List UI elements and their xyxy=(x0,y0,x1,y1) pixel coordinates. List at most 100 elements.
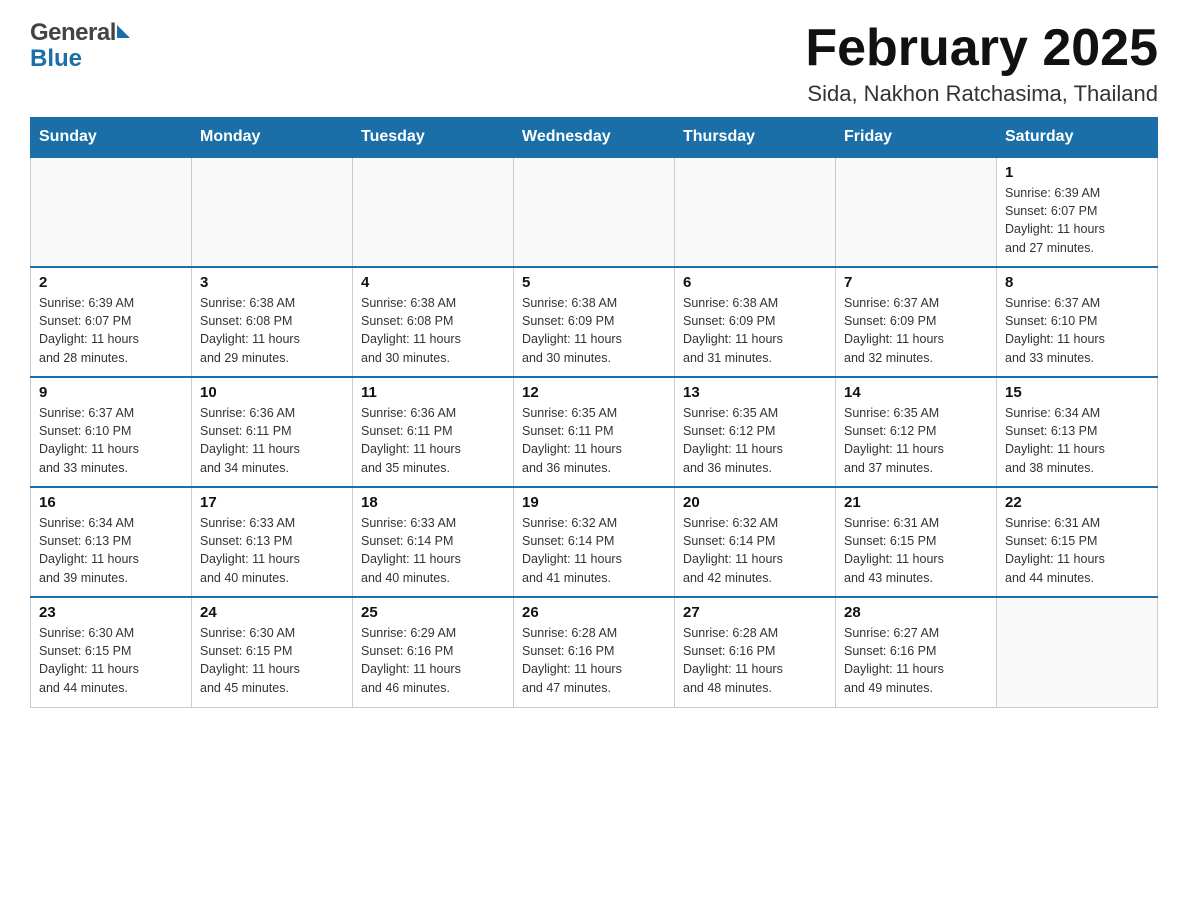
calendar-cell: 20Sunrise: 6:32 AMSunset: 6:14 PMDayligh… xyxy=(675,487,836,597)
sun-info: Sunrise: 6:35 AMSunset: 6:11 PMDaylight:… xyxy=(522,404,666,477)
calendar-cell xyxy=(31,157,192,267)
sun-info: Sunrise: 6:31 AMSunset: 6:15 PMDaylight:… xyxy=(1005,514,1149,587)
calendar-cell: 28 Sunrise: 6:27 AMSunset: 6:16 PMDayligh… xyxy=(836,597,997,707)
calendar-cell: 23 Sunrise: 6:30 AMSunset: 6:15 PMDayligh… xyxy=(31,597,192,707)
calendar-week-1: 1Sunrise: 6:39 AMSunset: 6:07 PMDaylight… xyxy=(31,157,1158,267)
day-number: 10 xyxy=(200,384,344,401)
calendar-cell: 21Sunrise: 6:31 AMSunset: 6:15 PMDayligh… xyxy=(836,487,997,597)
day-number: 7 xyxy=(844,274,988,291)
day-number: 5 xyxy=(522,274,666,291)
calendar-cell: 27Sunrise: 6:28 AMSunset: 6:16 PMDayligh… xyxy=(675,597,836,707)
day-header-saturday: Saturday xyxy=(997,118,1158,158)
calendar-cell xyxy=(514,157,675,267)
calendar-cell: 17 Sunrise: 6:33 AMSunset: 6:13 PMDayligh… xyxy=(192,487,353,597)
day-header-wednesday: Wednesday xyxy=(514,118,675,158)
sun-info: Sunrise: 6:30 AMSunset: 6:15 PMDaylight:… xyxy=(200,624,344,697)
calendar-cell: 11Sunrise: 6:36 AMSunset: 6:11 PMDayligh… xyxy=(353,377,514,487)
day-number: 12 xyxy=(522,384,666,401)
sun-info: Sunrise: 6:35 AMSunset: 6:12 PMDaylight:… xyxy=(683,404,827,477)
calendar-week-3: 9Sunrise: 6:37 AMSunset: 6:10 PMDaylight… xyxy=(31,377,1158,487)
sun-info: Sunrise: 6:39 AMSunset: 6:07 PMDaylight:… xyxy=(39,294,183,367)
calendar-week-5: 23 Sunrise: 6:30 AMSunset: 6:15 PMDayligh… xyxy=(31,597,1158,707)
calendar-cell: 13 Sunrise: 6:35 AMSunset: 6:12 PMDayligh… xyxy=(675,377,836,487)
sun-info: Sunrise: 6:30 AMSunset: 6:15 PMDaylight:… xyxy=(39,624,183,697)
calendar-cell: 22 Sunrise: 6:31 AMSunset: 6:15 PMDayligh… xyxy=(997,487,1158,597)
day-header-friday: Friday xyxy=(836,118,997,158)
sun-info: Sunrise: 6:27 AMSunset: 6:16 PMDaylight:… xyxy=(844,624,988,697)
sun-info: Sunrise: 6:33 AMSunset: 6:13 PMDaylight:… xyxy=(200,514,344,587)
calendar-cell: 6Sunrise: 6:38 AMSunset: 6:09 PMDaylight… xyxy=(675,267,836,377)
sun-info: Sunrise: 6:37 AMSunset: 6:10 PMDaylight:… xyxy=(39,404,183,477)
sun-info: Sunrise: 6:38 AMSunset: 6:08 PMDaylight:… xyxy=(361,294,505,367)
day-number: 4 xyxy=(361,274,505,291)
calendar-body: 1Sunrise: 6:39 AMSunset: 6:07 PMDaylight… xyxy=(31,157,1158,707)
sun-info: Sunrise: 6:38 AMSunset: 6:08 PMDaylight:… xyxy=(200,294,344,367)
logo-blue-text: Blue xyxy=(30,45,82,72)
day-number: 14 xyxy=(844,384,988,401)
day-number: 22 xyxy=(1005,494,1149,511)
calendar-week-4: 16 Sunrise: 6:34 AMSunset: 6:13 PMDayligh… xyxy=(31,487,1158,597)
day-number: 20 xyxy=(683,494,827,511)
day-header-monday: Monday xyxy=(192,118,353,158)
day-header-sunday: Sunday xyxy=(31,118,192,158)
calendar-cell: 8 Sunrise: 6:37 AMSunset: 6:10 PMDaylight… xyxy=(997,267,1158,377)
calendar-cell: 24 Sunrise: 6:30 AMSunset: 6:15 PMDayligh… xyxy=(192,597,353,707)
logo: General Blue xyxy=(30,20,131,73)
day-header-tuesday: Tuesday xyxy=(353,118,514,158)
sun-info: Sunrise: 6:39 AMSunset: 6:07 PMDaylight:… xyxy=(1005,184,1149,257)
day-number: 15 xyxy=(1005,384,1149,401)
sun-info: Sunrise: 6:28 AMSunset: 6:16 PMDaylight:… xyxy=(522,624,666,697)
title-area: February 2025 Sida, Nakhon Ratchasima, T… xyxy=(805,20,1158,107)
sun-info: Sunrise: 6:33 AMSunset: 6:14 PMDaylight:… xyxy=(361,514,505,587)
sun-info: Sunrise: 6:36 AMSunset: 6:11 PMDaylight:… xyxy=(361,404,505,477)
sun-info: Sunrise: 6:34 AMSunset: 6:13 PMDaylight:… xyxy=(1005,404,1149,477)
calendar-header-row: SundayMondayTuesdayWednesdayThursdayFrid… xyxy=(31,118,1158,158)
day-number: 16 xyxy=(39,494,183,511)
calendar-cell: 12 Sunrise: 6:35 AMSunset: 6:11 PMDayligh… xyxy=(514,377,675,487)
sun-info: Sunrise: 6:37 AMSunset: 6:10 PMDaylight:… xyxy=(1005,294,1149,367)
calendar-cell xyxy=(192,157,353,267)
day-number: 8 xyxy=(1005,274,1149,291)
logo-arrow-icon xyxy=(117,25,130,38)
day-number: 23 xyxy=(39,604,183,621)
sun-info: Sunrise: 6:34 AMSunset: 6:13 PMDaylight:… xyxy=(39,514,183,587)
sun-info: Sunrise: 6:37 AMSunset: 6:09 PMDaylight:… xyxy=(844,294,988,367)
calendar-cell xyxy=(997,597,1158,707)
logo-general-text: General xyxy=(30,20,116,46)
calendar-cell: 26 Sunrise: 6:28 AMSunset: 6:16 PMDayligh… xyxy=(514,597,675,707)
day-number: 26 xyxy=(522,604,666,621)
calendar-cell: 25Sunrise: 6:29 AMSunset: 6:16 PMDayligh… xyxy=(353,597,514,707)
day-number: 17 xyxy=(200,494,344,511)
sun-info: Sunrise: 6:38 AMSunset: 6:09 PMDaylight:… xyxy=(522,294,666,367)
sun-info: Sunrise: 6:38 AMSunset: 6:09 PMDaylight:… xyxy=(683,294,827,367)
sun-info: Sunrise: 6:36 AMSunset: 6:11 PMDaylight:… xyxy=(200,404,344,477)
calendar-cell: 2 Sunrise: 6:39 AMSunset: 6:07 PMDaylight… xyxy=(31,267,192,377)
calendar-cell: 15 Sunrise: 6:34 AMSunset: 6:13 PMDayligh… xyxy=(997,377,1158,487)
day-number: 28 xyxy=(844,604,988,621)
sun-info: Sunrise: 6:32 AMSunset: 6:14 PMDaylight:… xyxy=(522,514,666,587)
day-number: 2 xyxy=(39,274,183,291)
calendar-cell xyxy=(836,157,997,267)
calendar-cell: 5 Sunrise: 6:38 AMSunset: 6:09 PMDaylight… xyxy=(514,267,675,377)
day-number: 3 xyxy=(200,274,344,291)
calendar-cell: 19 Sunrise: 6:32 AMSunset: 6:14 PMDayligh… xyxy=(514,487,675,597)
calendar-table: SundayMondayTuesdayWednesdayThursdayFrid… xyxy=(30,117,1158,708)
location-title: Sida, Nakhon Ratchasima, Thailand xyxy=(805,81,1158,107)
sun-info: Sunrise: 6:28 AMSunset: 6:16 PMDaylight:… xyxy=(683,624,827,697)
calendar-cell: 16 Sunrise: 6:34 AMSunset: 6:13 PMDayligh… xyxy=(31,487,192,597)
day-header-thursday: Thursday xyxy=(675,118,836,158)
calendar-cell: 9Sunrise: 6:37 AMSunset: 6:10 PMDaylight… xyxy=(31,377,192,487)
calendar-cell: 18 Sunrise: 6:33 AMSunset: 6:14 PMDayligh… xyxy=(353,487,514,597)
day-number: 13 xyxy=(683,384,827,401)
calendar-cell: 14 Sunrise: 6:35 AMSunset: 6:12 PMDayligh… xyxy=(836,377,997,487)
calendar-cell xyxy=(675,157,836,267)
calendar-cell: 1Sunrise: 6:39 AMSunset: 6:07 PMDaylight… xyxy=(997,157,1158,267)
sun-info: Sunrise: 6:35 AMSunset: 6:12 PMDaylight:… xyxy=(844,404,988,477)
calendar-cell xyxy=(353,157,514,267)
day-number: 18 xyxy=(361,494,505,511)
day-number: 19 xyxy=(522,494,666,511)
calendar-cell: 10 Sunrise: 6:36 AMSunset: 6:11 PMDayligh… xyxy=(192,377,353,487)
sun-info: Sunrise: 6:31 AMSunset: 6:15 PMDaylight:… xyxy=(844,514,988,587)
day-number: 24 xyxy=(200,604,344,621)
calendar-cell: 3 Sunrise: 6:38 AMSunset: 6:08 PMDaylight… xyxy=(192,267,353,377)
